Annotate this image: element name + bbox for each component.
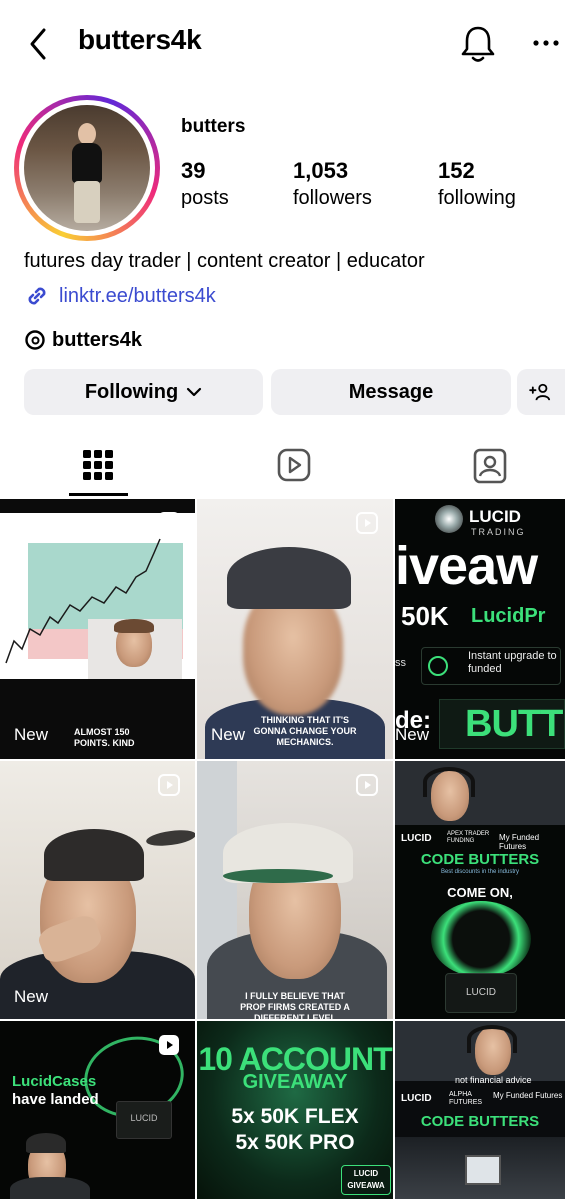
headphones-icon xyxy=(423,767,475,797)
lucidcases-line1: LucidCases xyxy=(12,1073,97,1090)
disclaimer-text: not financial advice xyxy=(455,1075,532,1085)
post-tile-6[interactable]: LUCID APEX TRADER FUNDING My Funded Futu… xyxy=(395,761,565,1019)
reel-icon xyxy=(158,774,180,796)
giveaway-heading: iveaw xyxy=(395,536,538,596)
reels-tab-icon[interactable] xyxy=(274,444,314,488)
lucidcases-line2: have landed xyxy=(12,1091,99,1108)
posts-label: posts xyxy=(181,187,229,209)
reel-icon xyxy=(159,1035,179,1055)
post-caption: ALMOST 150 POINTS. KIND xyxy=(74,727,135,748)
reel-icon xyxy=(356,512,378,534)
display-name: butters xyxy=(181,116,246,137)
add-person-icon xyxy=(529,383,551,401)
feature-left-fragment: ss xyxy=(395,657,406,669)
story-ring[interactable] xyxy=(14,95,160,241)
following-label: following xyxy=(438,187,516,209)
reel-icon xyxy=(158,512,180,534)
giveaway-amount: 50K xyxy=(401,601,449,631)
giveaway-title-2: GIVEAWAY xyxy=(242,1071,348,1093)
following-button-label: Following xyxy=(84,380,179,403)
lucid-brand: LUCID xyxy=(469,507,521,526)
post-tile-4[interactable]: New xyxy=(0,761,195,1019)
post-caption: I FULLY BELIEVE THAT PROP FIRMS CREATED … xyxy=(240,991,350,1019)
posts-grid: New ALMOST 150 POINTS. KIND New THINKING… xyxy=(0,499,565,1199)
new-badge: New xyxy=(14,987,49,1006)
giveaway-line-1: 5x 50K FLEX xyxy=(231,1105,359,1128)
more-options-icon[interactable] xyxy=(530,28,562,58)
threads-handle: butters4k xyxy=(52,328,143,351)
post-tile-8[interactable]: 10 ACCOUNT GIVEAWAY 5x 50K FLEX 5x 50K P… xyxy=(197,1021,393,1199)
post-tile-5[interactable]: I FULLY BELIEVE THAT PROP FIRMS CREATED … xyxy=(197,761,393,1019)
back-arrow-icon[interactable] xyxy=(24,24,54,64)
come-on-text: COME ON, xyxy=(447,885,513,900)
top-bar: butters4k xyxy=(0,0,565,86)
profile-username-title: butters4k xyxy=(78,24,202,55)
avatar xyxy=(24,105,150,231)
new-badge: New xyxy=(395,725,430,744)
following-button[interactable]: Following xyxy=(24,369,263,415)
post-tile-2[interactable]: New THINKING THAT IT'S GONNA CHANGE YOUR… xyxy=(197,499,393,759)
apex-brand: APEX TRADER FUNDING xyxy=(447,831,490,844)
message-button[interactable]: Message xyxy=(271,369,511,415)
followers-label: followers xyxy=(293,187,372,209)
new-badge: New xyxy=(14,725,49,744)
bio-link-text[interactable]: linktr.ee/butters4k xyxy=(59,285,216,308)
giveaway-line-2: 5x 50K PRO xyxy=(235,1131,355,1154)
code-sub: Best discounts in the industry xyxy=(440,869,520,875)
followers-stat[interactable]: 1,053 followers xyxy=(293,158,372,210)
lucid-logo-icon xyxy=(435,505,463,533)
post-tile-3[interactable]: LUCID TRADING iveaw 50K LucidPr ss Insta… xyxy=(395,499,565,759)
alpha-brand: ALPHA FUTURES xyxy=(449,1091,483,1106)
lucid-box-label: LUCID xyxy=(465,987,496,998)
reel-icon xyxy=(356,774,378,796)
following-stat[interactable]: 152 following xyxy=(438,158,516,210)
posts-count: 39 xyxy=(181,158,206,183)
giveaway-code: BUTT xyxy=(465,703,563,745)
giveaway-product: LucidPr xyxy=(471,605,546,627)
bio-link[interactable]: linktr.ee/butters4k xyxy=(24,282,216,310)
new-badge: New xyxy=(211,725,246,744)
threads-icon xyxy=(25,330,45,350)
posts-stat[interactable]: 39 posts xyxy=(181,158,229,210)
notification-bell-icon[interactable] xyxy=(458,22,498,64)
headphones-icon xyxy=(467,1025,517,1053)
giveaway-stamp: LUCID GIVEAWA xyxy=(341,1165,391,1195)
code-label: CODE BUTTERS xyxy=(420,851,540,868)
lucid-brand: LUCID xyxy=(401,1093,432,1104)
suggested-users-button[interactable] xyxy=(517,369,565,415)
followers-count: 1,053 xyxy=(293,158,349,183)
mff-brand: My Funded Futures xyxy=(493,1091,563,1100)
threads-badge[interactable]: butters4k xyxy=(24,326,142,354)
feature-text: Instant upgrade to funded xyxy=(468,650,557,675)
lucid-box-label: LUCID xyxy=(130,1113,158,1123)
bio-text: futures day trader | content creator | e… xyxy=(24,250,425,272)
lucid-brand: LUCID xyxy=(401,833,432,844)
tagged-tab-icon[interactable] xyxy=(470,444,510,488)
post-tile-7[interactable]: LucidCases have landed LUCID xyxy=(0,1021,195,1199)
post-tile-9[interactable]: not financial advice LUCID ALPHA FUTURES… xyxy=(395,1021,565,1199)
active-tab-indicator xyxy=(69,493,128,496)
chart-screenshot xyxy=(0,513,195,679)
post-caption: THINKING THAT IT'S GONNA CHANGE YOUR MEC… xyxy=(253,715,357,747)
check-icon xyxy=(428,656,448,676)
link-icon xyxy=(28,287,46,305)
chevron-down-icon xyxy=(187,387,202,397)
mff-brand: My Funded Futures xyxy=(499,833,540,851)
code-label: CODE BUTTERS xyxy=(420,1113,540,1130)
message-button-label: Message xyxy=(348,380,434,403)
grid-tab-icon[interactable] xyxy=(78,444,118,488)
post-tile-1[interactable]: New ALMOST 150 POINTS. KIND xyxy=(0,499,195,759)
following-count: 152 xyxy=(438,158,475,183)
